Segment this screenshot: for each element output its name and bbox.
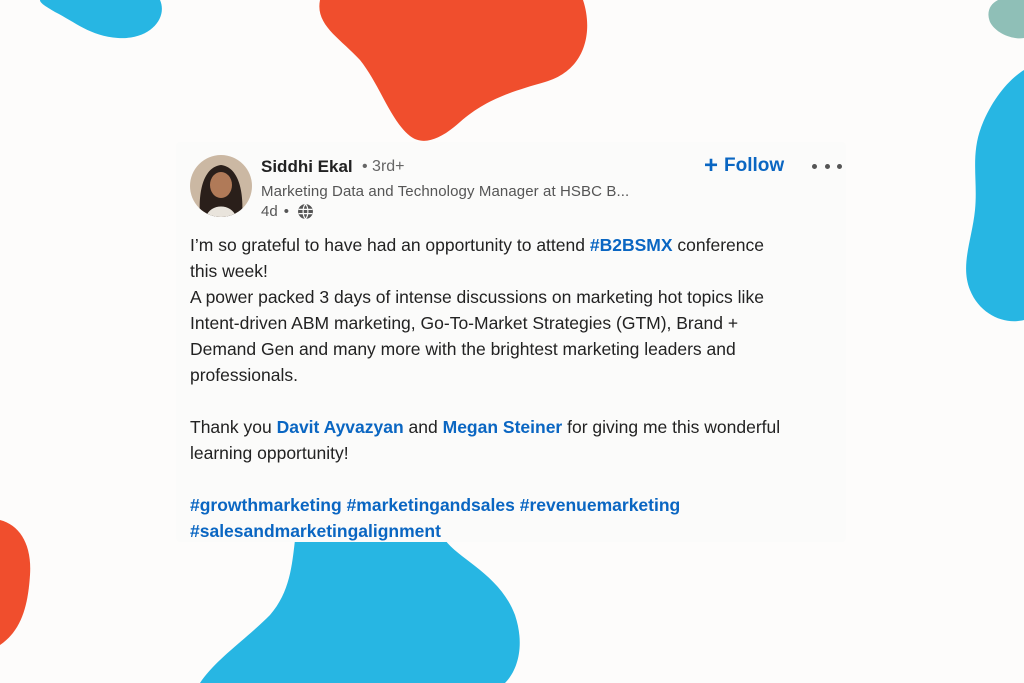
more-options-icon[interactable] [812, 156, 842, 176]
globe-icon [298, 203, 313, 220]
body-line: I’m so grateful to have had an opportuni… [190, 235, 764, 255]
author-headline: Marketing Data and Technology Manager at… [261, 183, 630, 200]
body-line: Intent-driven ABM marketing, Go-To-Marke… [190, 313, 739, 333]
meta-separator: • [283, 203, 289, 220]
hashtag-link[interactable]: #salesandmarketingalignment [190, 521, 441, 541]
hashtag-link[interactable]: #B2BSMX [590, 235, 673, 255]
thanks-line: Thank you Davit Ayvazyan and Megan Stein… [190, 417, 781, 437]
post-body: I’m so grateful to have had an opportuni… [190, 232, 830, 544]
connection-degree: • 3rd+ [362, 158, 405, 175]
hashtag-line: #salesandmarketingalignment [190, 518, 830, 544]
body-line: this week! [190, 261, 268, 281]
hashtag-link[interactable]: #growthmarketing [190, 495, 342, 515]
hashtag-link[interactable]: #revenuemarketing [520, 495, 681, 515]
avatar[interactable] [190, 155, 252, 217]
mention-link[interactable]: Megan Steiner [443, 417, 563, 437]
body-line: professionals. [190, 365, 298, 385]
post-card: Siddhi Ekal • 3rd+ Marketing Data and Te… [176, 142, 846, 542]
post-time: 4d [261, 203, 278, 220]
hashtag-link[interactable]: #marketingandsales [347, 495, 515, 515]
decorative-blob-top-center [319, 0, 588, 141]
plus-icon: + [704, 152, 719, 179]
follow-label: Follow [724, 155, 785, 176]
decorative-blob-bottom-left [0, 520, 31, 645]
hashtag-line: #growthmarketing #marketingandsales #rev… [190, 492, 830, 518]
post-meta: 4d • [261, 203, 314, 220]
body-line: A power packed 3 days of intense discuss… [190, 287, 764, 307]
decorative-blob-right [966, 70, 1024, 322]
author-name[interactable]: Siddhi Ekal [261, 157, 353, 177]
decorative-blob-top-right [988, 0, 1024, 39]
follow-button[interactable]: + Follow [704, 154, 784, 178]
decorative-blob-bottom-center [200, 540, 520, 683]
decorative-blob-top-left [40, 0, 162, 39]
mention-link[interactable]: Davit Ayvazyan [277, 417, 404, 437]
thanks-line: learning opportunity! [190, 443, 349, 463]
body-line: Demand Gen and many more with the bright… [190, 339, 736, 359]
